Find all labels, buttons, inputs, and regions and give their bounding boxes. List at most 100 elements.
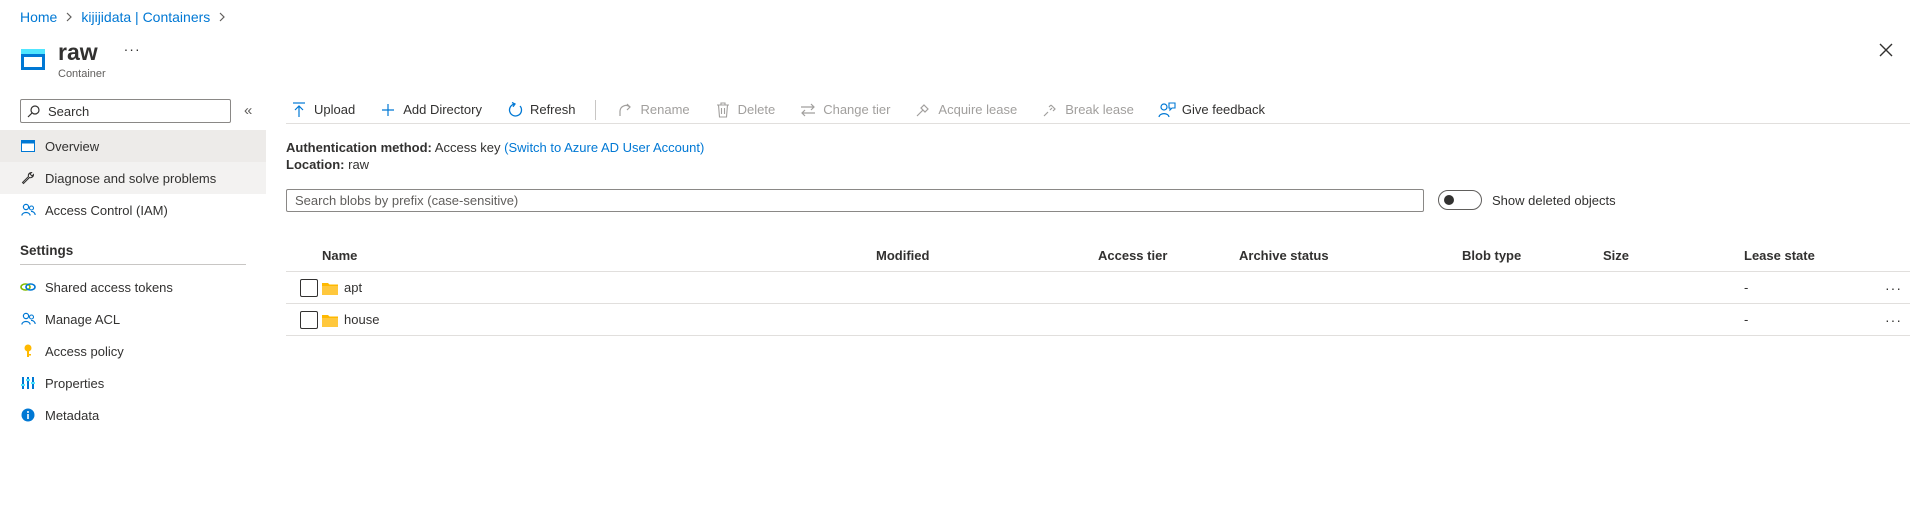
location-label: Location:	[286, 157, 345, 172]
sidebar-item-diagnose[interactable]: Diagnose and solve problems	[0, 162, 266, 194]
lease-icon	[914, 101, 932, 119]
break-lease-icon	[1041, 101, 1059, 119]
refresh-button[interactable]: Refresh	[502, 96, 580, 124]
info-icon	[20, 407, 36, 423]
blob-table: Name Modified Access tier Archive status…	[286, 240, 1910, 336]
key-icon	[20, 343, 36, 359]
auth-method-label: Authentication method:	[286, 140, 432, 155]
upload-button[interactable]: Upload	[286, 96, 359, 124]
page-header: raw ··· Container	[20, 38, 141, 84]
delete-label: Delete	[737, 102, 776, 117]
add-directory-button[interactable]: Add Directory	[375, 96, 486, 124]
sidebar-item-label: Metadata	[45, 407, 100, 423]
sidebar-item-metadata[interactable]: Metadata	[0, 399, 266, 431]
page-subtitle: Container	[58, 68, 106, 80]
break-lease-button[interactable]: Break lease	[1037, 96, 1138, 124]
row-checkbox[interactable]	[300, 278, 318, 297]
row-more-button[interactable]: ···	[1885, 280, 1902, 296]
rename-label: Rename	[640, 102, 690, 117]
col-archive-status[interactable]: Archive status	[1239, 248, 1462, 263]
col-modified[interactable]: Modified	[876, 248, 1098, 263]
trash-icon	[714, 101, 732, 119]
overview-icon	[20, 138, 36, 154]
table-row[interactable]: house - ···	[286, 304, 1910, 336]
link-icon	[20, 279, 36, 295]
container-icon	[21, 49, 45, 70]
plus-icon	[379, 101, 397, 119]
sidebar-item-shared-access-tokens[interactable]: Shared access tokens	[0, 271, 266, 303]
sidebar-item-label: Diagnose and solve problems	[45, 170, 217, 186]
settings-divider	[20, 264, 246, 265]
sidebar-item-label: Properties	[45, 375, 105, 391]
give-feedback-label: Give feedback	[1181, 102, 1265, 117]
row-lease-state: -	[1744, 312, 1749, 327]
col-name[interactable]: Name	[322, 248, 876, 263]
chevron-right-icon	[65, 12, 73, 22]
page-title: raw	[58, 39, 98, 65]
people-icon	[20, 311, 36, 327]
col-lease-state[interactable]: Lease state	[1744, 248, 1864, 263]
sidebar-item-overview[interactable]: Overview	[0, 130, 266, 162]
sidebar-item-label: Overview	[45, 138, 100, 154]
close-icon[interactable]	[1876, 40, 1896, 60]
acquire-lease-label: Acquire lease	[938, 102, 1018, 117]
row-name[interactable]: apt	[344, 280, 362, 295]
wrench-icon	[20, 170, 36, 186]
change-tier-button[interactable]: Change tier	[795, 96, 894, 124]
main-content: Upload Add Directory Refresh Rename Dele…	[286, 96, 1910, 336]
switch-auth-link[interactable]: (Switch to Azure AD User Account)	[504, 140, 704, 155]
change-tier-label: Change tier	[823, 102, 891, 117]
col-size[interactable]: Size	[1603, 248, 1744, 263]
breadcrumb-home[interactable]: Home	[20, 9, 57, 25]
col-blob-type[interactable]: Blob type	[1462, 248, 1603, 263]
sidebar-item-iam[interactable]: Access Control (IAM)	[0, 194, 266, 226]
sidebar-item-access-policy[interactable]: Access policy	[0, 335, 266, 367]
breadcrumb-containers[interactable]: kijijidata | Containers	[81, 9, 210, 25]
collapse-sidebar-button[interactable]: «	[244, 102, 252, 119]
sidebar-item-label: Manage ACL	[45, 311, 121, 327]
table-row[interactable]: apt - ···	[286, 272, 1910, 304]
folder-icon	[322, 314, 338, 327]
refresh-label: Refresh	[529, 102, 576, 117]
break-lease-label: Break lease	[1065, 102, 1134, 117]
toggle-switch[interactable]	[1438, 190, 1482, 210]
feedback-icon	[1158, 101, 1176, 119]
sidebar-nav: Overview Diagnose and solve problems Acc…	[0, 130, 266, 431]
more-options-button[interactable]: ···	[124, 41, 141, 57]
settings-heading: Settings	[20, 242, 74, 258]
give-feedback-button[interactable]: Give feedback	[1154, 96, 1269, 124]
location-value: raw	[348, 157, 370, 172]
col-access-tier[interactable]: Access tier	[1098, 248, 1239, 263]
breadcrumb: Home kijijidata | Containers	[20, 9, 234, 25]
sidebar-search-box[interactable]	[20, 99, 231, 123]
refresh-icon	[506, 101, 524, 119]
folder-icon	[322, 282, 338, 295]
people-icon	[20, 202, 36, 218]
blob-search-input[interactable]	[286, 189, 1424, 212]
show-deleted-toggle[interactable]: Show deleted objects	[1438, 190, 1616, 210]
auth-method-value: Access key	[434, 140, 501, 155]
acquire-lease-button[interactable]: Acquire lease	[910, 96, 1021, 124]
row-checkbox[interactable]	[300, 310, 318, 329]
auth-info: Authentication method: Access key (Switc…	[286, 139, 704, 173]
row-lease-state: -	[1744, 280, 1749, 295]
row-more-button[interactable]: ···	[1885, 312, 1902, 328]
sidebar-item-label: Shared access tokens	[45, 279, 173, 295]
sidebar-item-properties[interactable]: Properties	[0, 367, 266, 399]
sidebar-search-input[interactable]	[46, 102, 226, 120]
sidebar-item-manage-acl[interactable]: Manage ACL	[0, 303, 266, 335]
sidebar-item-label: Access policy	[45, 343, 124, 359]
properties-icon	[20, 375, 36, 391]
rename-icon	[616, 101, 634, 119]
command-bar: Upload Add Directory Refresh Rename Dele…	[286, 96, 1910, 124]
rename-button[interactable]: Rename	[612, 96, 693, 124]
show-deleted-label: Show deleted objects	[1492, 192, 1616, 208]
row-name[interactable]: house	[344, 312, 379, 327]
delete-button[interactable]: Delete	[710, 96, 780, 124]
sidebar-item-label: Access Control (IAM)	[45, 202, 168, 218]
table-header: Name Modified Access tier Archive status…	[286, 240, 1910, 272]
toolbar-separator	[595, 99, 597, 120]
chevron-right-icon	[218, 12, 226, 22]
search-icon	[27, 104, 40, 117]
upload-label: Upload	[314, 102, 356, 117]
